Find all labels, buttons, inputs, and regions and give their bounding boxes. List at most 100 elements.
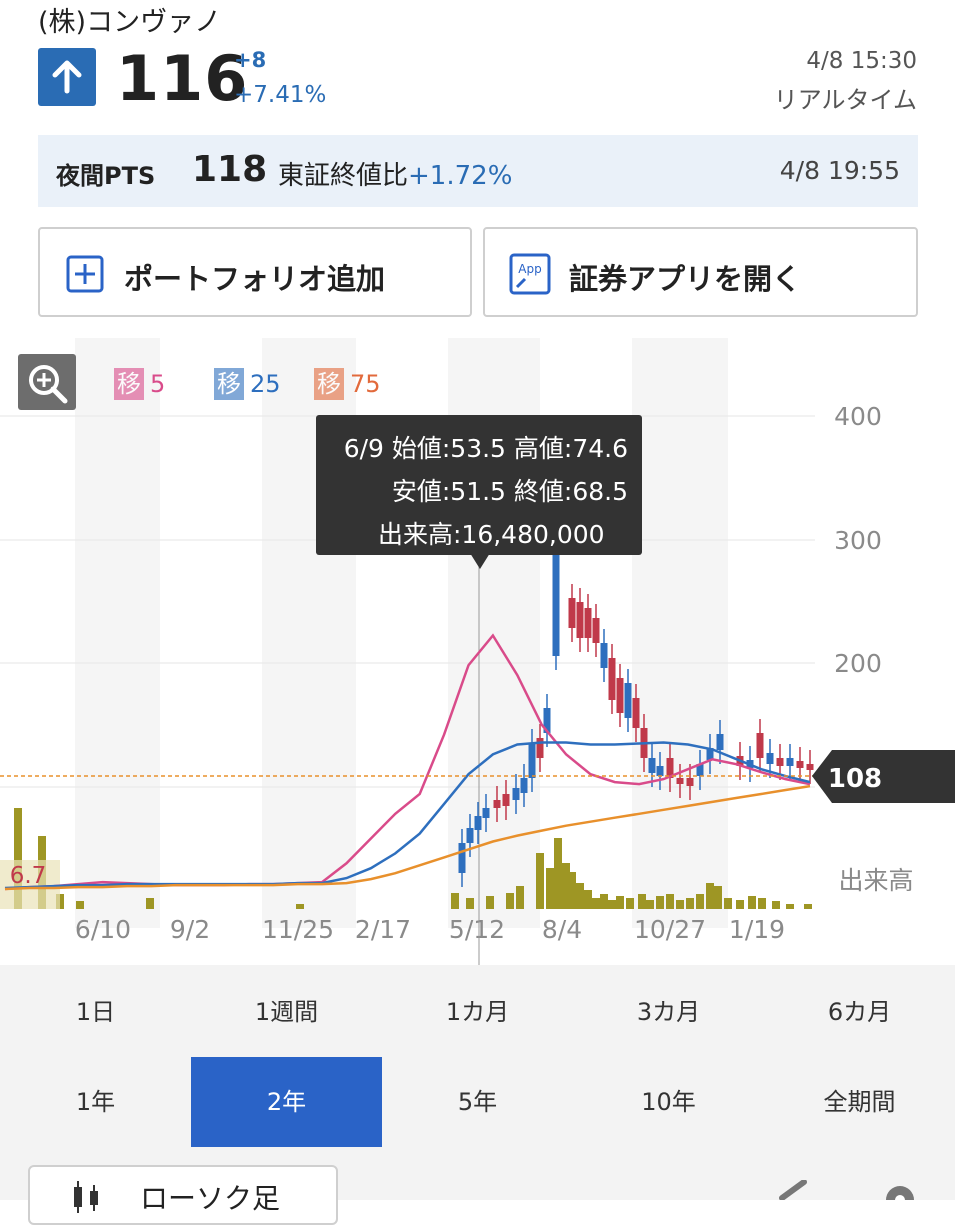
candle (716, 734, 724, 750)
candle (616, 678, 624, 713)
x-tick-label: 6/10 (75, 915, 131, 944)
candle (806, 764, 814, 770)
candle (493, 800, 501, 808)
ma-legend-value: 25 (250, 370, 281, 398)
price-timestamp: 4/8 15:30 (806, 48, 917, 74)
x-tick-label: 8/4 (542, 915, 582, 944)
candle (766, 753, 774, 764)
volume-bar (616, 896, 624, 909)
plus-box-icon (66, 255, 104, 297)
volume-bar (724, 898, 732, 909)
volume-bar (600, 894, 608, 909)
ma-legend-item: 移 75 (314, 368, 381, 400)
candle (632, 698, 640, 728)
open-app-button[interactable]: App 証券アプリを開く (483, 227, 918, 317)
app-icon: App (509, 253, 551, 299)
volume-bar (146, 898, 154, 909)
x-tick-label: 11/25 (262, 915, 334, 944)
tab-5y[interactable]: 5年 (382, 1057, 573, 1147)
ma-legend-item: 移 25 (214, 368, 281, 400)
tab-1m[interactable]: 1カ月 (382, 967, 573, 1057)
tab-1w[interactable]: 1週間 (191, 967, 382, 1057)
current-price-label: 108 (828, 764, 882, 794)
low-label: 6.7 (10, 863, 47, 889)
x-tick-label: 2/17 (355, 915, 411, 944)
pts-comparison-label: 東証終値比 (278, 161, 409, 191)
up-arrow-icon (38, 48, 96, 106)
volume-bar (656, 896, 664, 909)
candle (528, 743, 536, 778)
volume-bar (486, 896, 494, 909)
pts-label: 夜間PTS (56, 162, 156, 190)
volume-bar (772, 901, 780, 909)
volume-bar (686, 898, 694, 909)
tab-1y[interactable]: 1年 (0, 1057, 191, 1147)
pts-price: 118 (192, 149, 268, 190)
volume-bar (516, 886, 524, 909)
volume-bar (706, 883, 714, 909)
volume-bar (592, 898, 600, 909)
price-change-percent: +7.41% (234, 82, 327, 108)
candle (584, 608, 592, 638)
volume-bar (608, 900, 616, 909)
y-tick-label: 300 (834, 526, 882, 555)
candle (686, 778, 694, 786)
volume-bar (666, 894, 674, 909)
candle (568, 598, 576, 628)
volume-bar (76, 901, 84, 909)
ma-legend-tag: 移 (214, 368, 244, 400)
tab-10y[interactable]: 10年 (573, 1057, 764, 1147)
candle (520, 778, 528, 793)
candle (656, 766, 664, 776)
volume-bar (546, 868, 554, 909)
volume-bar (696, 894, 704, 909)
candle (458, 843, 466, 873)
tab-2y[interactable]: 2年 (191, 1057, 382, 1147)
tab-6m[interactable]: 6カ月 (764, 967, 955, 1057)
volume-bar (568, 872, 576, 909)
ma-legend-value: 5 (150, 370, 166, 398)
volume-bar (506, 893, 514, 909)
volume-bar (638, 894, 646, 909)
tooltip-line-3: 出来高:16,480,000 (378, 520, 605, 549)
x-tick-label: 10/27 (634, 915, 706, 944)
zoom-button[interactable] (18, 354, 76, 410)
candle (676, 778, 684, 784)
chart-band (632, 338, 728, 928)
tab-1d[interactable]: 1日 (0, 967, 191, 1057)
tooltip-pointer (470, 553, 490, 569)
pen-icon[interactable] (776, 1180, 810, 1200)
candlestick-icon (74, 1181, 98, 1213)
volume-bar (466, 898, 474, 909)
y-tick-label: 400 (834, 402, 882, 431)
x-tick-label: 5/12 (449, 915, 505, 944)
volume-bar (748, 896, 756, 909)
chart-band (75, 338, 160, 928)
pts-time: 4/8 19:55 (779, 156, 900, 185)
candle (776, 758, 784, 766)
chart-type-button[interactable]: ローソク足 (28, 1165, 338, 1225)
pts-comparison-value: +1.72% (408, 161, 513, 191)
app-icon-text: App (518, 262, 541, 276)
ma-legend-value: 75 (350, 370, 381, 398)
volume-bar (576, 883, 584, 909)
volume-bar (536, 853, 544, 909)
current-price: 116 (116, 42, 249, 115)
volume-bar (676, 900, 684, 909)
gear-icon[interactable] (880, 1180, 920, 1200)
ma-legend-tag: 移 (114, 368, 144, 400)
candle (600, 643, 608, 668)
add-portfolio-button[interactable]: ポートフォリオ追加 (38, 227, 472, 317)
x-tick-label: 9/2 (170, 915, 210, 944)
volume-bar (451, 893, 459, 909)
volume-bar (804, 904, 812, 909)
tab-all[interactable]: 全期間 (764, 1057, 955, 1147)
candle-tooltip: 6/9 始値:53.5 高値:74.6 安値:51.5 終値:68.5 出来高:… (316, 415, 642, 569)
volume-bar (296, 904, 304, 909)
candle (592, 618, 600, 643)
candle (648, 758, 656, 773)
x-tick-label: 1/19 (729, 915, 785, 944)
y-tick-label: 200 (834, 649, 882, 678)
tab-3m[interactable]: 3カ月 (573, 967, 764, 1057)
night-pts-panel: 夜間PTS 118 東証終値比+1.72% 4/8 19:55 (38, 135, 918, 207)
